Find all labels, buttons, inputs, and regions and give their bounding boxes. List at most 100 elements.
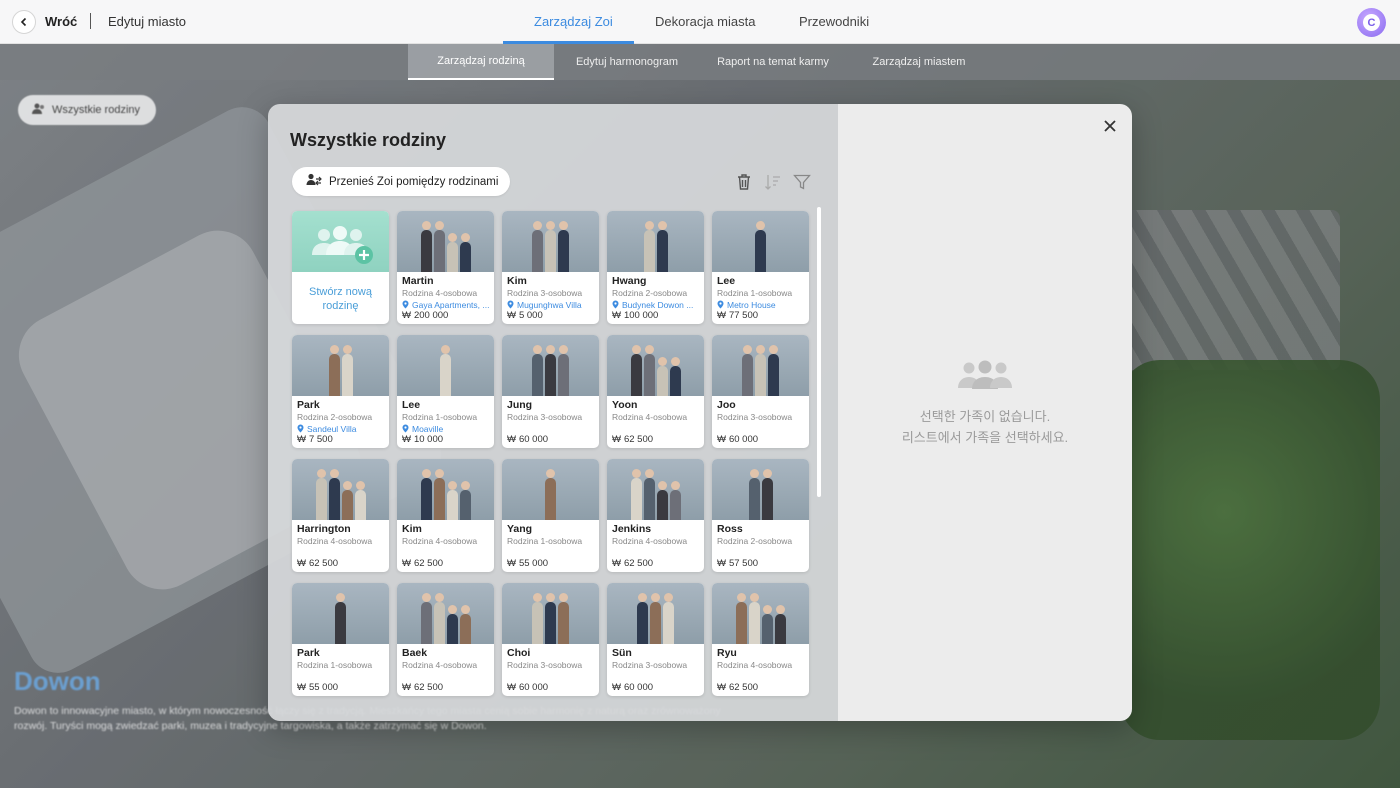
family-card[interactable]: Ross Rodzina 2-osobowa ₩57 500 (712, 459, 809, 572)
family-size: Rodzina 1-osobowa (402, 412, 478, 422)
family-size: Rodzina 3-osobowa (507, 412, 583, 422)
money-amount: 100 000 (623, 310, 659, 321)
family-portrait (397, 211, 494, 272)
currency-symbol: ₩ (507, 558, 516, 569)
create-family-card[interactable]: Stwórz nową rodzinę (292, 211, 389, 324)
family-card[interactable]: Lee Rodzina 1-osobowa Metro House ₩77 500 (712, 211, 809, 324)
money-amount: 10 000 (413, 434, 444, 445)
family-portrait (712, 335, 809, 396)
family-portrait (502, 211, 599, 272)
zoi-figure (630, 345, 642, 396)
zoi-figure (669, 357, 681, 396)
zoi-figure (748, 469, 760, 520)
family-location: Mugunghwa Villa (507, 300, 595, 310)
zoi-figure (637, 593, 648, 644)
money-amount: 62 500 (728, 682, 759, 693)
money-amount: 57 500 (728, 558, 759, 569)
family-money: ₩60 000 (612, 682, 653, 693)
close-icon[interactable] (1100, 116, 1120, 136)
subtab-manage-family[interactable]: Zarządzaj rodziną (408, 44, 554, 80)
money-amount: 60 000 (518, 434, 549, 445)
zoi-figure (433, 469, 445, 520)
family-money: ₩62 500 (297, 558, 338, 569)
family-money: ₩5 000 (507, 310, 543, 321)
zoi-figure (643, 221, 655, 272)
family-size: Rodzina 1-osobowa (717, 288, 793, 298)
pin-icon (717, 300, 727, 310)
tab-guides[interactable]: Przewodniki (799, 14, 869, 29)
family-card[interactable]: Martin Rodzina 4-osobowa Gaya Apartments, … (397, 211, 494, 324)
family-size: Rodzina 2-osobowa (297, 412, 373, 422)
zoi-figure (656, 357, 668, 396)
family-card[interactable]: Lee Rodzina 1-osobowa Moaville ₩10 000 (397, 335, 494, 448)
family-portrait (502, 583, 599, 644)
family-location-text: Mugunghwa Villa (517, 300, 582, 310)
family-name: Choi (507, 647, 531, 659)
family-size: Rodzina 3-osobowa (507, 288, 583, 298)
family-card[interactable]: Ryu Rodzina 4-osobowa ₩62 500 (712, 583, 809, 696)
currency-symbol: ₩ (402, 682, 411, 693)
family-size: Rodzina 3-osobowa (717, 412, 793, 422)
family-card[interactable]: Harrington Rodzina 4-osobowa ₩62 500 (292, 459, 389, 572)
create-family-label: Stwórz nową rodzinę (309, 286, 372, 312)
money-amount: 62 500 (623, 434, 654, 445)
family-money: ₩62 500 (402, 558, 443, 569)
family-name: Yoon (612, 399, 638, 411)
pin-icon (507, 300, 517, 310)
family-card[interactable]: Park Rodzina 1-osobowa ₩55 000 (292, 583, 389, 696)
back-label[interactable]: Wróć (45, 14, 77, 29)
tab-city-decoration[interactable]: Dekoracja miasta (655, 14, 755, 29)
zoi-figure (459, 605, 471, 644)
family-card[interactable]: Park Rodzina 2-osobowa Sandeul Villa ₩7 500 (292, 335, 389, 448)
currency-symbol: ₩ (507, 310, 516, 321)
family-detail-pane: 선택한 가족이 없습니다. 리스트에서 가족을 선택하세요. (838, 104, 1132, 721)
family-money: ₩62 500 (717, 682, 758, 693)
family-size: Rodzina 4-osobowa (612, 412, 688, 422)
zoi-figure (420, 221, 432, 272)
family-name: Joo (717, 399, 736, 411)
family-location: Metro House (717, 300, 805, 310)
family-list-scrollbar[interactable] (817, 207, 821, 497)
family-money: ₩55 000 (507, 558, 548, 569)
family-name: Hwang (612, 275, 647, 287)
back-button[interactable] (12, 10, 36, 34)
family-card[interactable]: Kim Rodzina 3-osobowa Mugunghwa Villa ₩5 00… (502, 211, 599, 324)
currency-symbol: ₩ (297, 558, 306, 569)
subtab-edit-schedule[interactable]: Edytuj harmonogram (554, 44, 700, 80)
zoi-figure (558, 345, 569, 396)
filter-icon[interactable] (792, 172, 812, 192)
family-card[interactable]: Baek Rodzina 4-osobowa ₩62 500 (397, 583, 494, 696)
family-card[interactable]: Yoon Rodzina 4-osobowa ₩62 500 (607, 335, 704, 448)
family-card[interactable]: Sün Rodzina 3-osobowa ₩60 000 (607, 583, 704, 696)
user-avatar[interactable]: C (1357, 8, 1386, 37)
family-card[interactable]: Jung Rodzina 3-osobowa ₩60 000 (502, 335, 599, 448)
subtab-manage-city[interactable]: Zarządzaj miastem (846, 44, 992, 80)
avatar-letter: C (1363, 14, 1380, 31)
zoi-figure (459, 481, 471, 520)
family-portrait (397, 583, 494, 644)
zoi-figure (446, 233, 458, 272)
top-navigation-bar: Wróć Edytuj miasto Zarządzaj Zoi Dekorac… (0, 0, 1400, 44)
sort-icon[interactable] (763, 172, 783, 192)
family-card[interactable]: Joo Rodzina 3-osobowa ₩60 000 (712, 335, 809, 448)
family-card[interactable]: Jenkins Rodzina 4-osobowa ₩62 500 (607, 459, 704, 572)
subtab-karma-report[interactable]: Raport na temat karmy (700, 44, 846, 80)
money-amount: 77 500 (728, 310, 759, 321)
empty-state-line-2: 리스트에서 가족을 선택하세요. (901, 430, 1069, 445)
zoi-figure (532, 345, 543, 396)
move-zoi-button[interactable]: Przenieś Zoi pomiędzy rodzinami (292, 167, 511, 196)
family-size: Rodzina 3-osobowa (507, 660, 583, 670)
tab-manage-zoi[interactable]: Zarządzaj Zoi (534, 14, 613, 29)
family-card[interactable]: Kim Rodzina 4-osobowa ₩62 500 (397, 459, 494, 572)
family-size: Rodzina 4-osobowa (402, 536, 478, 546)
family-card[interactable]: Yang Rodzina 1-osobowa ₩55 000 (502, 459, 599, 572)
family-card[interactable]: Choi Rodzina 3-osobowa ₩60 000 (502, 583, 599, 696)
trash-icon[interactable] (734, 172, 754, 192)
currency-symbol: ₩ (612, 558, 621, 569)
family-card[interactable]: Hwang Rodzina 2-osobowa Budynek Dowon ... ₩… (607, 211, 704, 324)
family-name: Lee (402, 399, 421, 411)
zoi-figure (545, 345, 556, 396)
family-location: Moaville (402, 424, 490, 434)
family-money: ₩62 500 (612, 558, 653, 569)
family-name: Ross (717, 523, 743, 535)
